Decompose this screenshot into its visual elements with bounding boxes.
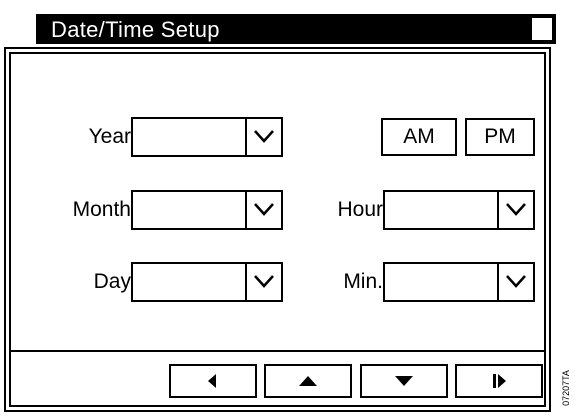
year-dropdown-button[interactable] xyxy=(245,119,281,155)
title-bar-box xyxy=(531,17,553,41)
nav-left-button[interactable] xyxy=(169,364,257,398)
min-label: Min. xyxy=(343,270,383,293)
pm-button[interactable]: PM xyxy=(465,118,535,156)
day-dropdown-button[interactable] xyxy=(245,264,281,300)
nav-end-button[interactable] xyxy=(455,364,543,398)
chevron-down-icon xyxy=(506,203,526,216)
bar-triangle-right-icon xyxy=(493,374,506,388)
hour-dropdown-button[interactable] xyxy=(497,192,533,228)
figure-id-text: 07207TA xyxy=(561,370,571,406)
triangle-left-icon xyxy=(208,374,216,388)
figure-id-tag: 07207TA xyxy=(556,360,576,416)
month-label: Month xyxy=(72,198,131,221)
year-dropdown[interactable] xyxy=(131,117,283,157)
chevron-down-icon xyxy=(254,275,274,288)
year-label: Year xyxy=(88,125,131,148)
nav-up-button[interactable] xyxy=(264,364,352,398)
content-area: Year Month Day AM PM Hour Min. xyxy=(11,54,544,352)
triangle-down-icon xyxy=(395,376,413,386)
month-dropdown[interactable] xyxy=(131,190,283,230)
min-dropdown-button[interactable] xyxy=(497,264,533,300)
title-bar: Date/Time Setup xyxy=(36,14,556,44)
chevron-down-icon xyxy=(254,203,274,216)
nav-down-button[interactable] xyxy=(360,364,448,398)
main-frame-inner: Year Month Day AM PM Hour Min. xyxy=(9,52,546,407)
hour-label: Hour xyxy=(337,198,383,221)
am-button[interactable]: AM xyxy=(381,118,457,156)
chevron-down-icon xyxy=(254,130,274,143)
chevron-down-icon xyxy=(506,275,526,288)
triangle-up-icon xyxy=(299,376,317,386)
month-dropdown-button[interactable] xyxy=(245,192,281,228)
hour-dropdown[interactable] xyxy=(383,190,535,230)
main-frame: Year Month Day AM PM Hour Min. xyxy=(4,47,551,412)
day-dropdown[interactable] xyxy=(131,262,283,302)
day-label: Day xyxy=(93,270,131,293)
min-dropdown[interactable] xyxy=(383,262,535,302)
window-title: Date/Time Setup xyxy=(51,17,220,42)
